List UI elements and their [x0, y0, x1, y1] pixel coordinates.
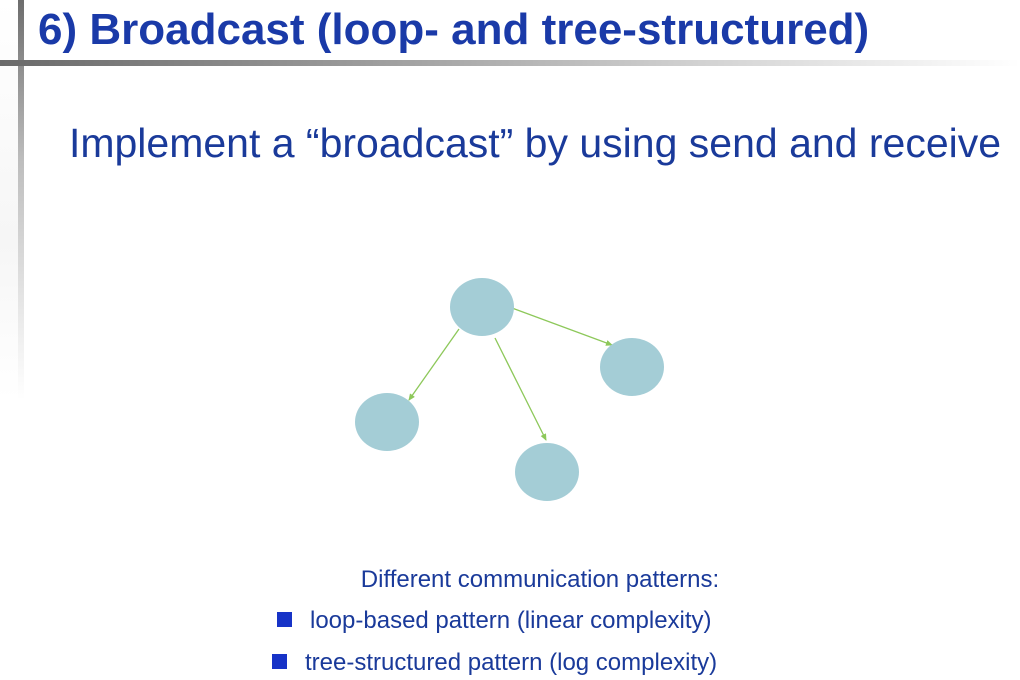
edge-root-to-right: [511, 307, 613, 346]
slide: 6) Broadcast (loop- and tree-structured)…: [0, 0, 1020, 680]
node-right: [600, 338, 664, 396]
square-bullet-icon: [277, 612, 292, 627]
node-left: [355, 393, 419, 451]
pattern-item-label: tree-structured pattern (log complexity): [305, 649, 718, 676]
patterns-heading: Different communication patterns:: [360, 566, 720, 593]
pattern-item-loop: loop-based pattern (linear complexity): [277, 606, 712, 636]
pattern-item-tree: tree-structured pattern (log complexity): [272, 648, 717, 678]
pattern-item-label: loop-based pattern (linear complexity): [310, 607, 712, 634]
edge-root-to-bottom: [494, 337, 547, 441]
node-bottom: [515, 443, 579, 501]
edge-root-to-left: [408, 328, 460, 401]
square-bullet-icon: [272, 654, 287, 669]
node-root: [450, 278, 514, 336]
